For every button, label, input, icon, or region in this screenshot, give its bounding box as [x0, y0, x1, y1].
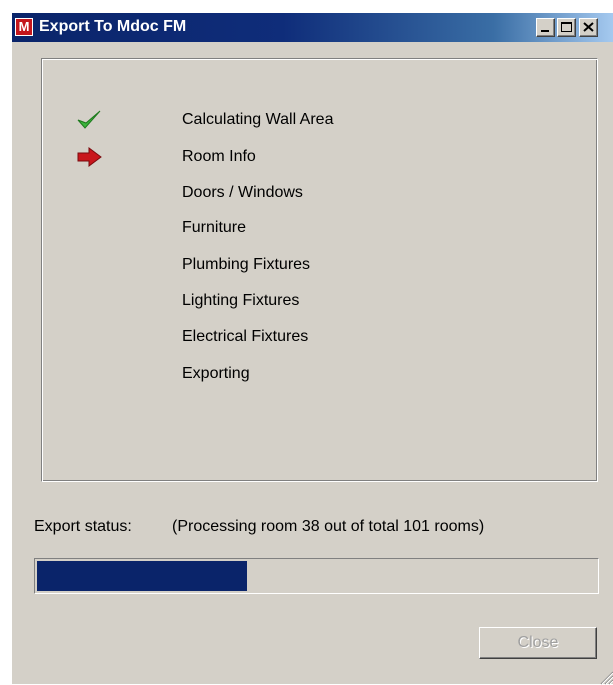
progress-bar-fill	[37, 561, 248, 591]
maximize-button[interactable]	[557, 18, 576, 37]
step-exporting: Exporting	[182, 365, 250, 382]
check-icon	[77, 110, 101, 129]
window-title: Export To Mdoc FM	[39, 18, 187, 35]
export-status-label: Export status:	[34, 518, 132, 535]
maximize-icon	[561, 22, 572, 32]
title-bar[interactable]: M Export To Mdoc FM	[12, 13, 613, 42]
steps-panel: Calculating Wall Area Room Info Doors / …	[41, 58, 598, 482]
progress-bar	[34, 558, 599, 594]
close-window-button[interactable]	[579, 18, 598, 37]
app-icon[interactable]: M	[15, 18, 33, 36]
step-room-info: Room Info	[182, 148, 256, 165]
close-button[interactable]: Close	[479, 627, 597, 659]
export-dialog: M Export To Mdoc FM Calculating Wall Are…	[11, 12, 613, 685]
step-electrical-fixtures: Electrical Fixtures	[182, 328, 309, 345]
step-calculating-wall-area: Calculating Wall Area	[182, 111, 334, 128]
step-furniture: Furniture	[182, 219, 247, 236]
step-plumbing-fixtures: Plumbing Fixtures	[182, 256, 311, 273]
resize-grip-icon[interactable]	[598, 669, 613, 685]
arrow-right-icon	[77, 147, 102, 167]
export-status-text: (Processing room 38 out of total 101 roo…	[172, 518, 485, 535]
close-x-icon	[583, 22, 594, 32]
minimize-button[interactable]	[536, 18, 555, 37]
step-lighting-fixtures: Lighting Fixtures	[182, 292, 300, 309]
minimize-icon	[541, 30, 549, 32]
step-doors-windows: Doors / Windows	[182, 184, 303, 201]
